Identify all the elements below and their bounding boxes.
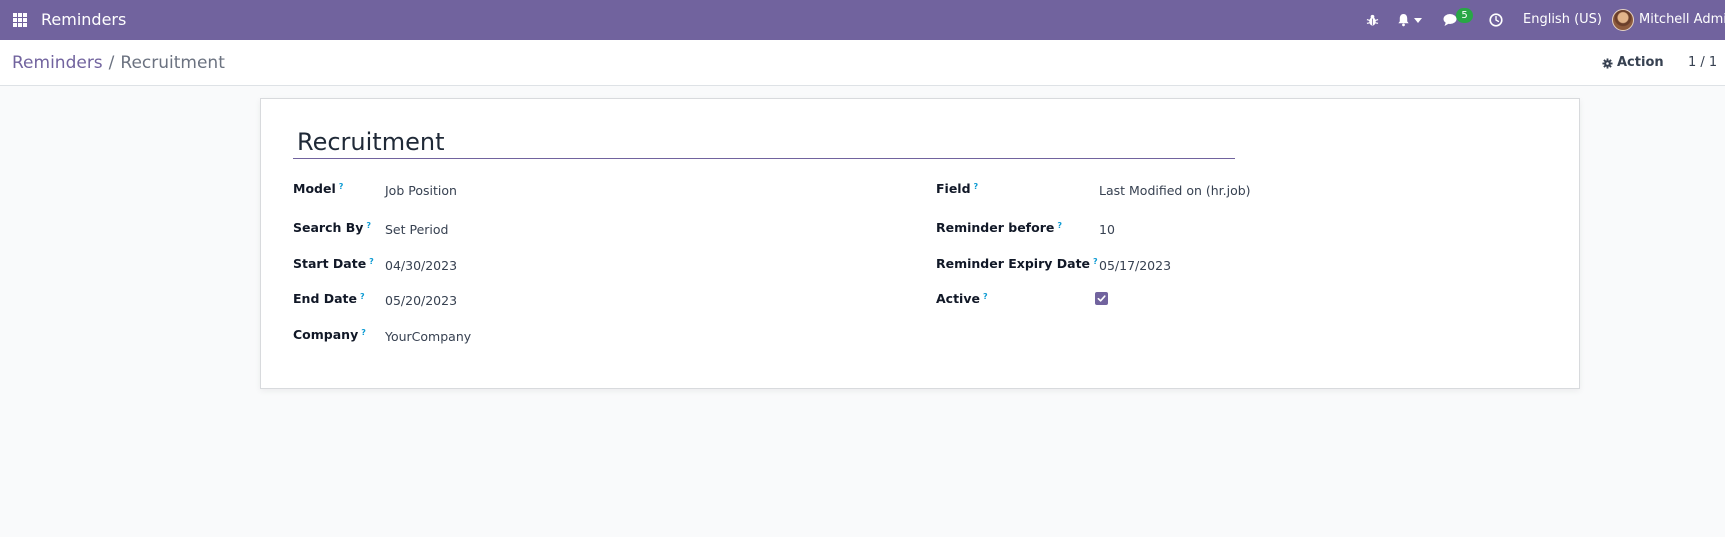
help-icon[interactable]: ? <box>974 182 979 191</box>
action-button[interactable]: Action <box>1602 55 1664 71</box>
breadcrumb-reminders-link[interactable]: Reminders <box>12 53 103 73</box>
field-label: Field? <box>936 181 979 196</box>
model-label: Model? <box>293 181 344 196</box>
reminder-before-field[interactable]: 10 <box>1099 222 1115 238</box>
action-button-label: Action <box>1617 55 1664 70</box>
breadcrumb: Reminders / Recruitment <box>12 52 225 74</box>
name-field[interactable] <box>293 125 1235 159</box>
app-title[interactable]: Reminders <box>41 10 126 30</box>
active-checkbox[interactable] <box>1095 292 1108 305</box>
avatar[interactable] <box>1612 9 1634 31</box>
chevron-down-icon <box>1414 17 1422 23</box>
breadcrumb-separator: / <box>108 53 115 73</box>
start-date-field[interactable]: 04/30/2023 <box>385 258 457 274</box>
help-icon[interactable]: ? <box>361 328 366 337</box>
checkmark-icon <box>1097 295 1106 302</box>
reminder-expiry-date-field[interactable]: 05/17/2023 <box>1099 258 1171 274</box>
reminder-before-label: Reminder before? <box>936 220 1062 235</box>
pager-value[interactable]: 1 / 1 <box>1688 55 1717 71</box>
breadcrumb-current: Recruitment <box>120 53 225 73</box>
model-field[interactable]: Job Position <box>385 183 457 199</box>
language-selector[interactable]: English (US) <box>1523 12 1602 28</box>
apps-grid-icon[interactable] <box>13 13 27 27</box>
help-icon[interactable]: ? <box>360 292 365 301</box>
gear-icon <box>1602 57 1613 69</box>
bug-icon[interactable] <box>1366 0 1379 40</box>
start-date-label: Start Date? <box>293 256 374 271</box>
help-icon[interactable]: ? <box>1093 257 1098 266</box>
help-icon[interactable]: ? <box>1057 221 1062 230</box>
company-label: Company? <box>293 327 366 342</box>
top-navbar: Reminders 5 English (US) Mitchell Adm <box>0 0 1725 40</box>
form-sheet: Model? Job Position Search By? Set Perio… <box>260 98 1580 389</box>
control-panel: Reminders / Recruitment Action 1 / 1 <box>0 40 1725 86</box>
help-icon[interactable]: ? <box>983 292 988 301</box>
field-field[interactable]: Last Modified on (hr.job) <box>1099 183 1251 199</box>
message-count-badge: 5 <box>1456 8 1473 23</box>
end-date-label: End Date? <box>293 291 365 306</box>
search-by-label: Search By? <box>293 220 372 235</box>
user-menu[interactable]: Mitchell Admin <box>1639 12 1725 28</box>
clock-icon[interactable] <box>1489 0 1503 40</box>
active-label: Active? <box>936 291 988 306</box>
search-by-field[interactable]: Set Period <box>385 222 448 238</box>
end-date-field[interactable]: 05/20/2023 <box>385 293 457 309</box>
help-icon[interactable]: ? <box>339 182 344 191</box>
help-icon[interactable]: ? <box>369 257 374 266</box>
company-field[interactable]: YourCompany <box>385 329 471 345</box>
bell-icon[interactable] <box>1397 0 1422 40</box>
help-icon[interactable]: ? <box>366 221 371 230</box>
reminder-expiry-date-label: Reminder Expiry Date? <box>936 256 1098 271</box>
